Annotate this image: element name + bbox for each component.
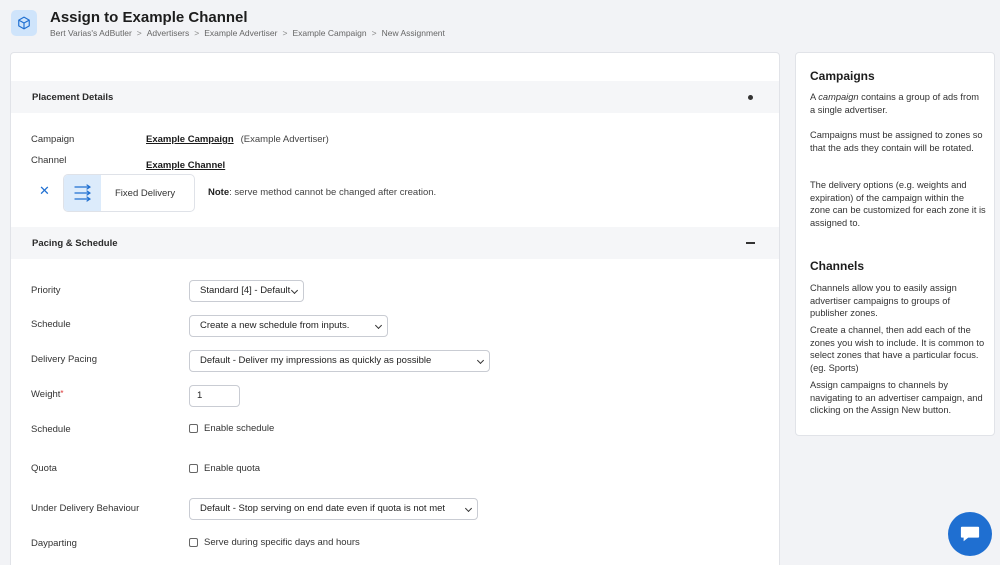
dayparting-checkbox[interactable]: Serve during specific days and hours [189, 537, 360, 548]
collapse-dot-icon[interactable] [748, 95, 753, 100]
breadcrumb-item-campaign[interactable]: Example Campaign [292, 28, 366, 38]
channels-help-p3: Assign campaigns to channels by navigati… [810, 380, 983, 415]
under-delivery-label: Under Delivery Behaviour [31, 503, 140, 514]
under-delivery-value: Default - Stop serving on end date even … [200, 503, 446, 514]
channel-link[interactable]: Example Channel [146, 160, 225, 171]
serve-method-note: Note: serve method cannot be changed aft… [208, 187, 436, 198]
cube-icon [11, 10, 37, 36]
chat-bubble-icon [960, 526, 980, 542]
campaigns-help-p1: A campaign contains a group of ads from … [810, 91, 986, 116]
delivery-pacing-value: Default - Deliver my impressions as quic… [200, 355, 432, 366]
campaigns-help-p3: The delivery options (e.g. weights and e… [810, 180, 986, 228]
chevron-down-icon [464, 504, 473, 513]
channel-label: Channel [31, 155, 67, 166]
campaign-advertiser: (Example Advertiser) [240, 134, 329, 145]
schedule-select[interactable]: Create a new schedule from inputs. [189, 315, 388, 337]
enable-schedule-checkbox[interactable]: Enable schedule [189, 423, 274, 434]
schedule-value: Create a new schedule from inputs. [200, 320, 350, 331]
delivery-method-label: Fixed Delivery [115, 188, 176, 199]
breadcrumb-separator: > [194, 28, 200, 38]
note-text: : serve method cannot be changed after c… [229, 187, 437, 198]
campaigns-help-title: Campaigns [810, 69, 875, 83]
chat-button[interactable] [948, 512, 992, 556]
channels-help-p2: Create a channel, then add each of the z… [810, 325, 985, 373]
delivery-pacing-select[interactable]: Default - Deliver my impressions as quic… [189, 350, 490, 372]
under-delivery-select[interactable]: Default - Stop serving on end date even … [189, 498, 478, 520]
pacing-schedule-header[interactable]: Pacing & Schedule [11, 227, 779, 259]
delivery-pacing-label: Delivery Pacing [31, 354, 97, 365]
checkbox-box[interactable] [189, 424, 198, 433]
dayparting-option-label: Serve during specific days and hours [204, 537, 360, 548]
chevron-down-icon [290, 286, 299, 295]
campaigns-help-p2: Campaigns must be assigned to zones so t… [810, 130, 983, 153]
placement-details-header[interactable]: Placement Details [11, 81, 779, 113]
breadcrumb-item-account[interactable]: Bert Varias's AdButler [50, 28, 132, 38]
note-bold: Note [208, 187, 230, 198]
weight-input[interactable]: 1 [189, 385, 240, 407]
assignment-form-card: Placement Details Campaign Example Campa… [10, 52, 780, 565]
chevron-down-icon [374, 321, 383, 330]
priority-value: Standard [4] - Default [200, 285, 291, 296]
breadcrumb-item-advertiser[interactable]: Example Advertiser [204, 28, 277, 38]
breadcrumb-separator: > [136, 28, 142, 38]
checkbox-box[interactable] [189, 538, 198, 547]
dayparting-label: Dayparting [31, 538, 77, 549]
enable-schedule-label: Enable schedule [204, 423, 275, 434]
campaign-label: Campaign [31, 134, 75, 145]
breadcrumb-separator: > [282, 28, 288, 38]
channels-help-p1: Channels allow you to easily assign adve… [810, 283, 957, 318]
text-emphasis: campaign [818, 92, 859, 102]
chevron-down-icon [476, 356, 485, 365]
help-sidebar: Campaigns A campaign contains a group of… [795, 52, 995, 436]
section-title: Placement Details [32, 92, 114, 103]
collapse-minus-icon[interactable] [746, 242, 755, 244]
fixed-delivery-arrows-icon [64, 175, 101, 211]
priority-label: Priority [31, 285, 61, 296]
breadcrumb-item-advertisers[interactable]: Advertisers [147, 28, 190, 38]
weight-label-text: Weight [31, 389, 61, 400]
page-title: Assign to Example Channel [50, 9, 248, 26]
close-icon[interactable]: ✕ [39, 184, 50, 197]
checkbox-box[interactable] [189, 464, 198, 473]
required-marker: * [60, 389, 64, 398]
delivery-method-card[interactable]: Fixed Delivery [63, 174, 195, 212]
schedule-label: Schedule [31, 319, 71, 330]
breadcrumb-separator: > [371, 28, 377, 38]
page-header: Assign to Example Channel Bert Varias's … [0, 0, 1000, 52]
breadcrumb: Bert Varias's AdButler > Advertisers > E… [50, 28, 445, 38]
channels-help-title: Channels [810, 259, 865, 273]
weight-label: Weight* [31, 389, 64, 400]
quota-label: Quota [31, 463, 57, 474]
enable-quota-checkbox[interactable]: Enable quota [189, 463, 260, 474]
schedule-toggle-label: Schedule [31, 424, 71, 435]
breadcrumb-item-current: New Assignment [381, 28, 445, 38]
campaign-link[interactable]: Example Campaign [146, 134, 234, 145]
section-title: Pacing & Schedule [32, 238, 118, 249]
enable-quota-label: Enable quota [204, 463, 260, 474]
priority-select[interactable]: Standard [4] - Default [189, 280, 304, 302]
